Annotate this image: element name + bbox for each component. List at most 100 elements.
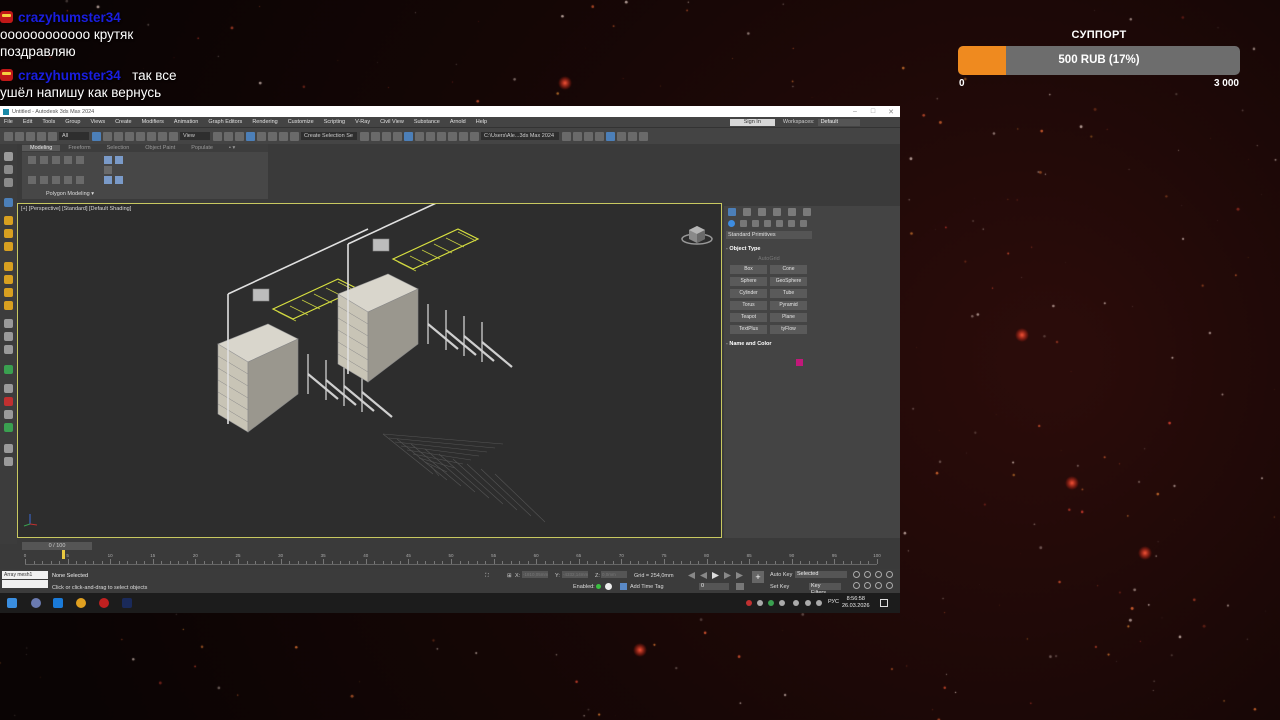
enabled-indicator-icon[interactable] [596,584,601,589]
motion-tab-icon[interactable] [773,208,781,216]
sphere-icon[interactable] [4,384,13,393]
teapot-button[interactable]: Teapot [730,313,767,322]
menu-customize[interactable]: Customize [288,119,314,125]
geometry-icon[interactable] [4,319,13,328]
rotate-icon[interactable] [147,131,156,141]
timeline-track[interactable]: 0 5 10 15 20 25 30 35 40 45 50 55 60 65 70 75 80 85 90 95 10… [24,553,881,565]
next-frame-icon[interactable] [724,572,731,579]
add-time-tag[interactable]: Add Time Tag [630,584,664,590]
workspace-select[interactable]: Default [817,118,860,126]
menu-arnold[interactable]: Arnold [450,119,466,125]
microphone-icon[interactable] [793,600,799,606]
selected-set-select[interactable]: Selected [795,571,847,578]
omni-light-icon[interactable] [4,242,13,251]
menu-tools[interactable]: Tools [42,119,55,125]
close-icon[interactable]: ✕ [882,108,900,116]
material-editor-icon[interactable] [437,131,446,141]
vray-render-icon[interactable] [584,131,593,141]
tab-selection[interactable]: Selection [99,145,138,151]
ribbon-button[interactable] [40,176,48,184]
tray-app-icon[interactable] [746,600,752,606]
set-key-button[interactable]: Set Key [770,584,789,590]
pan-icon[interactable] [864,582,871,589]
selection-filter-select[interactable]: All [59,132,89,140]
toggle-scene-explorer-icon[interactable] [382,131,391,141]
render-icon[interactable] [470,131,479,141]
viewport-layout-icon[interactable] [4,165,13,174]
field-of-view-icon[interactable] [853,582,860,589]
display-icon[interactable] [4,410,13,419]
ribbon-button[interactable] [52,176,60,184]
mirror-icon[interactable] [360,131,369,141]
named-selection-select[interactable]: Create Selection Se [301,132,357,140]
language-indicator[interactable]: РУС [828,599,839,605]
photoshop-icon[interactable] [122,598,132,608]
spinner-snap-icon[interactable] [279,131,288,141]
ribbon-button[interactable] [115,156,123,164]
vray-interactive-icon[interactable] [595,131,604,141]
pyramid-button[interactable]: Pyramid [770,301,807,310]
notification-icon[interactable] [880,599,888,607]
display-tab-icon[interactable] [788,208,796,216]
placement-icon[interactable] [169,131,178,141]
maximize-viewport-icon[interactable] [886,582,893,589]
particles-icon[interactable] [4,365,13,374]
record-icon[interactable] [4,397,13,406]
play-icon[interactable] [712,572,719,579]
tray-chrome-icon[interactable] [757,600,763,606]
systems-category-icon[interactable] [800,220,807,227]
render-setup-icon[interactable] [448,131,457,141]
time-slider[interactable]: 0 / 100 [22,542,92,550]
align-icon[interactable] [371,131,380,141]
bind-spacewarp-icon[interactable] [48,131,57,141]
maximize-icon[interactable]: □ [864,108,882,116]
primitive-type-select[interactable]: Standard Primitives [726,231,812,239]
tray-nvidia-icon[interactable] [768,600,774,606]
percent-snap-icon[interactable] [268,131,277,141]
move-icon[interactable] [136,131,145,141]
curve-editor-icon[interactable] [415,131,424,141]
isolate-icon[interactable] [4,444,13,453]
select-object-icon[interactable] [92,131,101,141]
maxscript-output[interactable] [2,580,48,588]
rendered-frame-icon[interactable] [459,131,468,141]
project-folder-icon[interactable] [562,131,571,141]
network-icon[interactable] [816,600,822,606]
spacewarps-category-icon[interactable] [788,220,795,227]
key-filters-button[interactable]: Key Filters... [809,583,841,596]
orbit-icon[interactable] [875,582,882,589]
ribbon-button[interactable] [115,176,123,184]
spot-light-icon[interactable] [4,262,13,271]
ribbon-button[interactable] [76,156,84,164]
undo-icon[interactable] [4,131,13,141]
time-config-icon[interactable] [736,583,744,590]
ies-light-icon[interactable] [4,301,13,310]
vray-toolbar-icon[interactable] [606,131,615,141]
utilities-tab-icon[interactable] [803,208,811,216]
menu-file[interactable]: File [4,119,13,125]
light-icon[interactable] [4,216,13,225]
menu-vray[interactable]: V-Ray [355,119,370,125]
edit-named-selection-icon[interactable] [290,131,299,141]
snap-toggle-icon[interactable] [246,131,255,141]
x-coordinate-field[interactable]: -1810,05mm [522,571,548,578]
torus-button[interactable]: Torus [730,301,767,310]
new-key-icon[interactable]: + [752,571,764,583]
utility-icon[interactable] [4,423,13,432]
tyflow-button[interactable]: tyFlow [770,325,807,334]
zoom-extents-icon[interactable] [875,571,882,578]
menu-edit[interactable]: Edit [23,119,32,125]
geosphere-button[interactable]: GeoSphere [770,277,807,286]
scale-icon[interactable] [158,131,167,141]
redo-icon[interactable] [15,131,24,141]
hierarchy-tab-icon[interactable] [758,208,766,216]
menu-animation[interactable]: Animation [174,119,198,125]
object-type-rollout[interactable]: Object Type [726,245,900,253]
lock-selection-icon[interactable]: ⛶ [485,573,489,580]
modify-tab-icon[interactable] [743,208,751,216]
vray-lister-icon[interactable] [617,131,626,141]
keyboard-shortcut-icon[interactable] [235,131,244,141]
menu-scripting[interactable]: Scripting [324,119,345,125]
sign-in-button[interactable]: Sign In [729,118,775,126]
menu-create[interactable]: Create [115,119,132,125]
